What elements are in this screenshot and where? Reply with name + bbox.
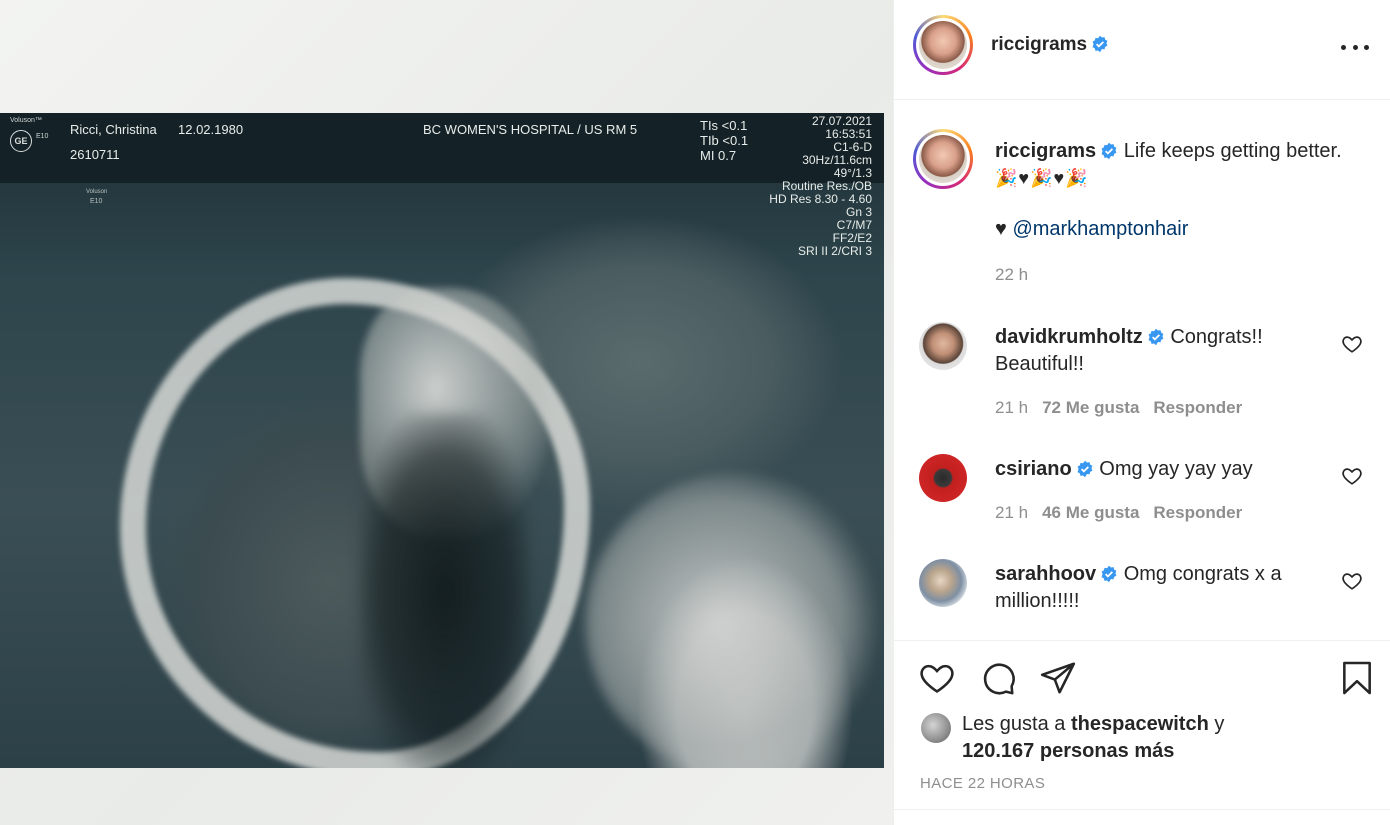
caption-emojis: 🎉♥🎉♥🎉 [995, 168, 1089, 188]
post-timestamp[interactable]: HACE 22 HORAS [920, 775, 1045, 792]
author-avatar[interactable] [913, 15, 973, 75]
patient-id: 2610711 [70, 147, 120, 162]
heart-emoji: ♥ [995, 218, 1007, 240]
comment-text-block: sarahhoov Omg congrats x a million!!!!! [995, 561, 1325, 615]
ultrasound-model-secondary: E10 [90, 198, 103, 205]
more-horizontal-icon[interactable] [1341, 37, 1369, 57]
comment-meta: 21 h 46 Me gusta Responder [995, 503, 1242, 523]
share-icon[interactable] [1039, 659, 1077, 697]
caption-mention-line: ♥ @markhamptonhair [995, 218, 1188, 241]
commenter-avatar[interactable] [919, 454, 967, 502]
post-header: riccigrams [894, 0, 1390, 100]
patient-name: Ricci, Christina [70, 122, 157, 137]
commenter-avatar[interactable] [919, 322, 967, 370]
reply-button[interactable]: Responder [1153, 398, 1242, 417]
patient-dob: 12.02.1980 [178, 122, 244, 137]
verified-badge-icon [1101, 142, 1117, 160]
verified-badge-icon [1077, 460, 1093, 478]
comment-text: Omg yay yay yay [1099, 458, 1253, 480]
liker-avatar[interactable] [921, 713, 951, 743]
ultrasound-params-right: 27.07.2021 16:53:51 C1-6-D 30Hz/11.6cm 4… [769, 114, 872, 258]
comment-like-heart-icon[interactable] [1341, 570, 1363, 592]
ultrasound-image: Voluson™ GE E10 Voluson E10 Ricci, Chris… [0, 113, 884, 768]
ultrasound-params-left: TIs <0.1 TIb <0.1 MI 0.7 [700, 118, 749, 163]
ultrasound-model: E10 [36, 133, 49, 140]
comment-text-block: davidkrumholtz Congrats!! Beautiful!! [995, 324, 1325, 378]
ultrasound-brand: Voluson™ [10, 117, 42, 124]
comment-meta: 21 h 72 Me gusta Responder [995, 398, 1242, 418]
comment-icon[interactable] [979, 659, 1017, 697]
caption-avatar[interactable] [913, 129, 973, 189]
comment-like-heart-icon[interactable] [1341, 465, 1363, 487]
caption-username[interactable]: riccigrams [995, 140, 1096, 162]
post-actions: Les gusta a thespacewitch y 120.167 pers… [894, 640, 1390, 810]
likes-count[interactable]: 120.167 personas más [962, 740, 1174, 762]
liker-username[interactable]: thespacewitch [1071, 713, 1209, 735]
comment-username[interactable]: davidkrumholtz [995, 326, 1143, 348]
post-caption: riccigrams Life keeps getting better. 🎉♥… [995, 138, 1375, 192]
comment-text-block: csiriano Omg yay yay yay [995, 456, 1325, 483]
comment-likes[interactable]: 46 Me gusta [1042, 503, 1139, 522]
commenter-avatar[interactable] [919, 559, 967, 607]
comment-likes[interactable]: 72 Me gusta [1042, 398, 1139, 417]
likes-summary: Les gusta a thespacewitch y 120.167 pers… [962, 713, 1225, 762]
mention-link[interactable]: @markhamptonhair [1012, 218, 1188, 240]
verified-badge-icon [1101, 565, 1117, 583]
heart-icon[interactable] [918, 659, 956, 697]
comment-username[interactable]: sarahhoov [995, 563, 1096, 585]
ultrasound-brand-secondary: Voluson [86, 189, 108, 195]
ge-logo: GE [10, 130, 32, 152]
hospital-name: BC WOMEN'S HOSPITAL / US RM 5 [423, 122, 638, 137]
bookmark-icon[interactable] [1338, 659, 1376, 697]
caption-text: Life keeps getting better. [1123, 140, 1342, 162]
post-photo[interactable]: Voluson™ GE E10 Voluson E10 Ricci, Chris… [0, 0, 893, 825]
verified-badge-icon [1092, 35, 1108, 53]
caption-time[interactable]: 22 h [995, 265, 1028, 285]
comment-username[interactable]: csiriano [995, 458, 1072, 480]
author-username[interactable]: riccigrams [991, 34, 1109, 56]
verified-badge-icon [1148, 328, 1164, 346]
post-sidebar: riccigrams riccigrams Life keeps getting… [893, 0, 1390, 825]
comment-time[interactable]: 21 h [995, 503, 1028, 522]
comment-time[interactable]: 21 h [995, 398, 1028, 417]
reply-button[interactable]: Responder [1153, 503, 1242, 522]
comment-like-heart-icon[interactable] [1341, 333, 1363, 355]
